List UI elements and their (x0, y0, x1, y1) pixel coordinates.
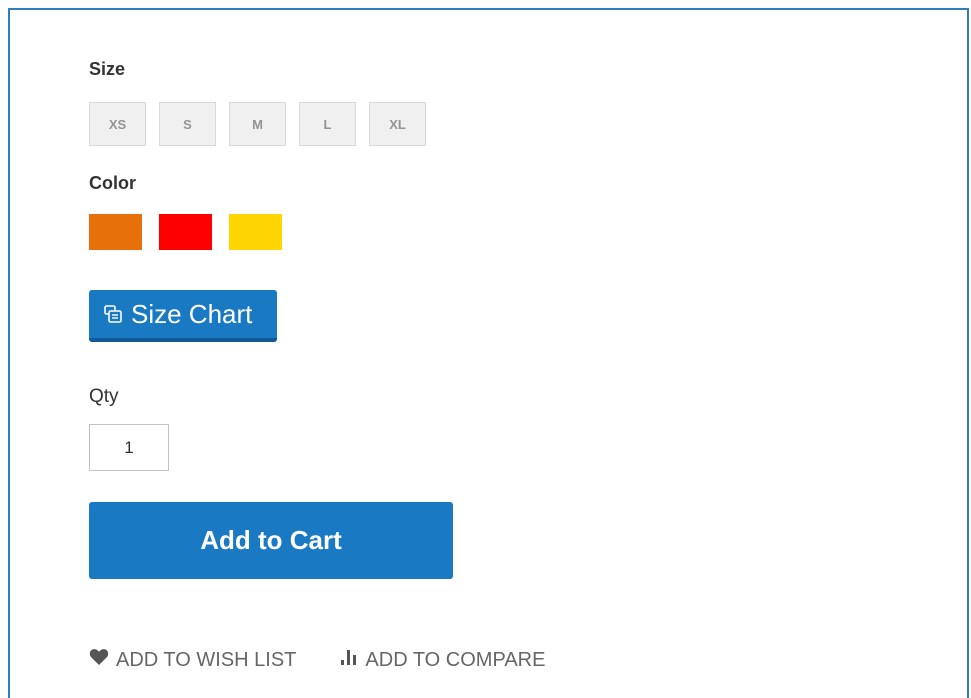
size-swatch-list: XS S M L XL (89, 102, 426, 146)
bar-chart-icon (340, 648, 358, 672)
add-to-cart-button[interactable]: Add to Cart (89, 502, 453, 579)
qty-label: Qty (89, 386, 119, 407)
compare-label: ADD TO COMPARE (365, 648, 546, 671)
size-chart-icon (103, 304, 123, 324)
color-option-orange[interactable] (89, 214, 142, 250)
color-option-red[interactable] (159, 214, 212, 250)
wishlist-label: ADD TO WISH LIST (116, 648, 297, 671)
qty-input[interactable] (89, 424, 169, 471)
heart-icon (89, 648, 109, 672)
size-option-m[interactable]: M (229, 102, 286, 146)
size-chart-button[interactable]: Size Chart (89, 290, 277, 342)
size-option-xl[interactable]: XL (369, 102, 426, 146)
color-label: Color (89, 173, 136, 193)
color-option-yellow[interactable] (229, 214, 282, 250)
color-swatch-list (89, 214, 282, 250)
product-social-actions: ADD TO WISH LIST ADD TO COMPARE (89, 648, 545, 672)
size-label: Size (89, 59, 126, 79)
size-option-l[interactable]: L (299, 102, 356, 146)
add-to-compare-link[interactable]: ADD TO COMPARE (340, 648, 545, 672)
size-option-s[interactable]: S (159, 102, 216, 146)
size-chart-label: Size Chart (131, 298, 253, 329)
add-to-wishlist-link[interactable]: ADD TO WISH LIST (89, 648, 296, 672)
size-option-xs[interactable]: XS (89, 102, 146, 146)
